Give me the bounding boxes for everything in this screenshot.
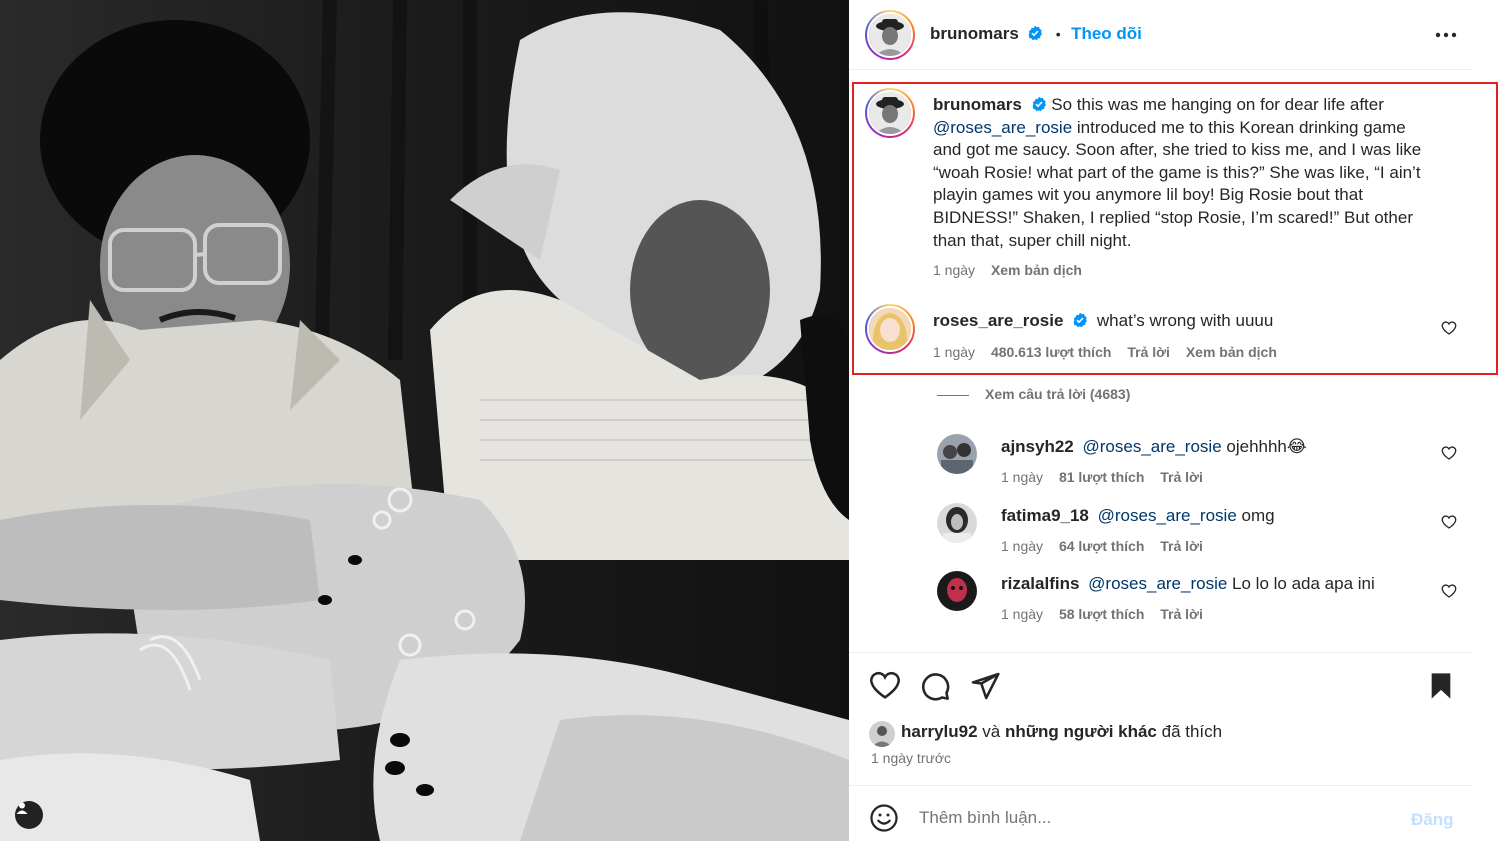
reply-mention[interactable]: @roses_are_rosie [1088,574,1227,593]
reply-username[interactable]: ajnsyh22 [1001,437,1074,456]
add-comment-bar: Đăng [849,785,1473,841]
follow-button[interactable]: Theo dõi [1071,24,1142,43]
reply-avatar[interactable] [937,503,977,543]
reply-time[interactable]: 1 ngày [1001,606,1043,622]
reply-avatar-image [937,503,977,543]
liked-by-others[interactable]: những người khác [1005,722,1157,741]
reply-avatar-image [937,434,977,474]
comment-icon[interactable] [919,670,951,702]
bookmark-icon[interactable] [1425,670,1457,702]
more-options-button[interactable] [1431,20,1461,55]
reply-meta: 1 ngày 64 lượt thích Trả lời [1001,538,1215,554]
comment-input[interactable] [919,808,1369,828]
reply-username[interactable]: fatima9_18 [1001,506,1089,525]
reply-text: rizalalfins @roses_are_rosie Lo lo lo ad… [1001,573,1375,596]
caption-username[interactable]: brunomars [933,95,1022,114]
reply-text: ajnsyh22 @roses_are_rosie ojehhhh😂 [1001,436,1307,459]
top-comment-reply-button[interactable]: Trả lời [1127,344,1170,360]
reply-content: Lo lo lo ada apa ini [1227,574,1375,593]
tag-user-icon [16,802,28,814]
reply-reply-button[interactable]: Trả lời [1160,606,1203,622]
reply-likes[interactable]: 64 lượt thích [1059,538,1144,554]
reply-time[interactable]: 1 ngày [1001,538,1043,554]
reply-avatar-image [937,571,977,611]
top-comment: roses_are_rosie what’s wrong with uuuu [933,310,1273,333]
caption-avatar-image [869,92,911,134]
share-icon[interactable] [969,670,1001,702]
tag-user-button[interactable] [15,801,43,829]
verified-icon [1073,312,1088,328]
reply-likes[interactable]: 58 lượt thích [1059,606,1144,622]
post-header: brunomars • Theo dõi [849,0,1473,70]
action-bar [869,670,1451,702]
liked-by-suffix: đã thích [1156,722,1223,741]
caption-line-4: “woah Rosie! what part of the game is th… [933,162,1421,182]
top-comment-translate-link[interactable]: Xem bản dịch [1186,344,1277,360]
caption-avatar[interactable] [865,88,915,138]
photo-illustration [0,0,849,841]
caption-line-5: playin games wit you anymore lil boy! Bi… [933,185,1363,205]
like-heart-icon[interactable] [869,670,901,702]
author-avatar[interactable] [865,10,915,60]
separator-dot: • [1055,26,1061,42]
top-comment-meta: 1 ngày 480.613 lượt thích Trả lời Xem bả… [933,344,1289,360]
author-username[interactable]: brunomars [930,24,1019,43]
reply-avatar[interactable] [937,434,977,474]
view-replies-label: Xem câu trả lời (4683) [985,386,1131,402]
more-options-icon [1435,32,1457,38]
actions-divider [849,652,1473,653]
rosie-username[interactable]: roses_are_rosie [933,311,1063,330]
caption: brunomars So this was me hanging on for … [933,94,1453,252]
liked-by-text: harrylu92 và những người khác đã thích [901,722,1222,742]
top-comment-likes[interactable]: 480.613 lượt thích [991,344,1111,360]
liker-username[interactable]: harrylu92 [901,722,978,741]
caption-translate-link[interactable]: Xem bản dịch [991,262,1082,278]
post-comment-button[interactable]: Đăng [1411,810,1454,830]
caption-line-3: and got me saucy. Soon after, she tried … [933,140,1422,160]
heart-icon[interactable] [1441,583,1457,599]
post-detail-panel: brunomars • Theo dõi brunomars So this w… [849,0,1499,841]
reply-mention[interactable]: @roses_are_rosie [1098,506,1237,525]
reply-reply-button[interactable]: Trả lời [1160,469,1203,485]
reply-reply-button[interactable]: Trả lời [1160,538,1203,554]
liked-by-and: và [977,722,1005,741]
rosie-avatar[interactable] [865,304,915,354]
rosie-avatar-image [869,308,911,350]
reply-meta: 1 ngày 58 lượt thích Trả lời [1001,606,1215,622]
reply-content: omg [1236,506,1275,525]
heart-icon[interactable] [1441,445,1457,461]
caption-time[interactable]: 1 ngày [933,262,975,278]
heart-icon[interactable] [1441,320,1457,336]
reply-content: ojehhhh😂 [1221,437,1307,456]
caption-text-2: introduced me to this Korean drinking ga… [1072,117,1406,137]
reply-text: fatima9_18 @roses_are_rosie omg [1001,505,1275,528]
reply-meta: 1 ngày 81 lượt thích Trả lời [1001,469,1215,485]
reply-avatar[interactable] [937,571,977,611]
caption-text-1: So this was me hanging on for dear life … [1051,95,1384,114]
post-photo[interactable] [0,0,849,841]
reply-likes[interactable]: 81 lượt thích [1059,469,1144,485]
caption-line-7: than that, super chill night. [933,230,1132,250]
caption-line-6: BIDNESS!” Shaken, I replied “stop Rosie,… [933,207,1413,227]
emoji-icon[interactable] [869,803,899,833]
heart-icon[interactable] [1441,514,1457,530]
caption-mention[interactable]: @roses_are_rosie [933,118,1072,137]
top-comment-text: what’s wrong with uuuu [1096,311,1274,330]
view-replies-line [937,394,969,396]
post-time[interactable]: 1 ngày trước [871,750,951,766]
view-replies-button[interactable]: Xem câu trả lời (4683) [937,386,1130,402]
reply-time[interactable]: 1 ngày [1001,469,1043,485]
liker-avatar[interactable] [869,721,895,747]
caption-meta: 1 ngày Xem bản dịch [933,262,1094,278]
author-avatar-image [869,14,911,56]
liker-avatar-image [869,721,895,747]
top-comment-time[interactable]: 1 ngày [933,344,975,360]
verified-icon [1028,25,1043,41]
verified-icon [1032,96,1046,112]
reply-username[interactable]: rizalalfins [1001,574,1079,593]
reply-mention[interactable]: @roses_are_rosie [1083,437,1222,456]
